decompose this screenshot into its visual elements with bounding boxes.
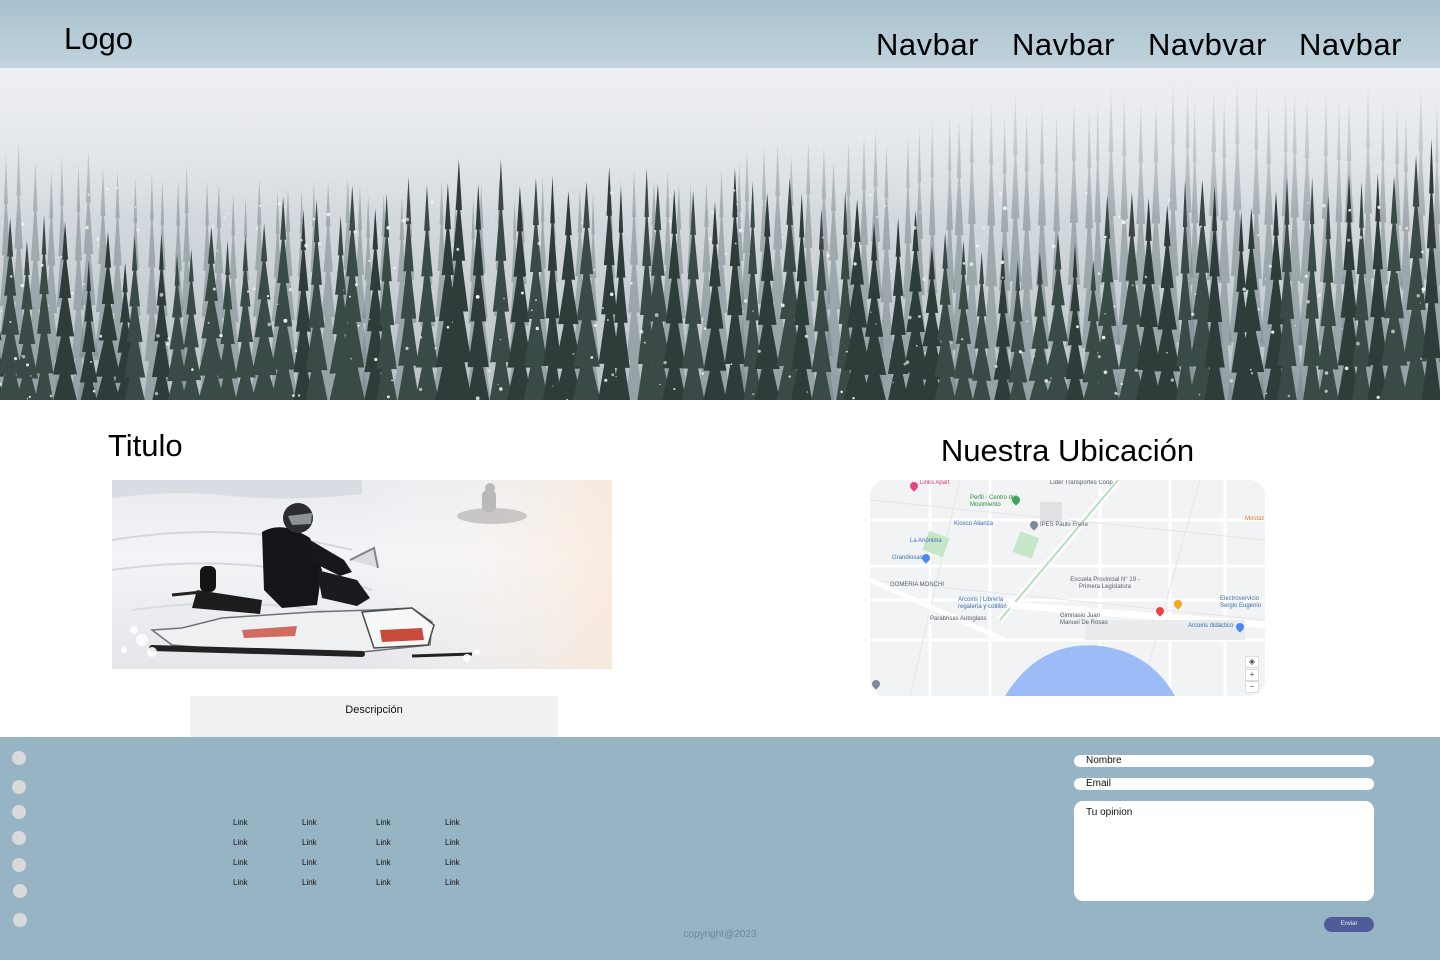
footer-link[interactable]: Link — [445, 878, 460, 888]
footer-link[interactable]: Link — [445, 818, 460, 828]
footer-link[interactable]: Link — [302, 878, 317, 888]
map-zoom-out-button[interactable]: − — [1245, 681, 1259, 693]
map-label: Parabrisas Autoglass — [930, 616, 987, 622]
hero-banner-image — [0, 68, 1440, 400]
map-zoom-in-button[interactable]: + — [1245, 669, 1259, 681]
description-text: Descripción — [345, 704, 403, 716]
location-title: Nuestra Ubicación — [940, 433, 1195, 468]
snowmobile-image — [112, 480, 612, 669]
footer-link[interactable]: Link — [233, 858, 248, 868]
map-label: Arcoiris didáctico — [1188, 623, 1234, 629]
social-icon[interactable] — [12, 858, 26, 872]
map-label: Electroservicio Sergio Eugenio — [1220, 596, 1262, 609]
social-icon[interactable] — [13, 884, 27, 898]
map-label: Lider Transportes Coop — [1050, 480, 1113, 486]
opinion-textarea[interactable]: Tu opinion — [1074, 801, 1374, 901]
map-label: Escuela Provincial N° 19 - Primera Legis… — [1070, 577, 1140, 590]
nav-item-3[interactable]: Navbvar — [1148, 26, 1267, 64]
nav-item-2[interactable]: Navbar — [1012, 26, 1115, 64]
footer: Link Link Link Link Link Link Link Link … — [0, 737, 1440, 960]
footer-link[interactable]: Link — [445, 838, 460, 848]
map-label: Grandiosas — [892, 555, 923, 561]
nav-item-4[interactable]: Navbar — [1299, 26, 1402, 64]
footer-link[interactable]: Link — [376, 858, 391, 868]
footer-link[interactable]: Link — [233, 818, 248, 828]
footer-link[interactable]: Link — [233, 878, 248, 888]
social-icon[interactable] — [13, 913, 27, 927]
nav-item-1[interactable]: Navbar — [876, 26, 979, 64]
footer-link[interactable]: Link — [302, 818, 317, 828]
map-label: La Anónima — [910, 538, 942, 544]
section-title: Titulo — [108, 428, 183, 463]
map-label: IPES Paulo Freire — [1040, 522, 1089, 528]
map-location-icon[interactable]: ◈ — [1245, 656, 1259, 668]
email-field[interactable]: Email — [1074, 778, 1374, 790]
map-label: Links Apart — [920, 480, 950, 486]
map-label: GOMERIA MONCHI — [890, 582, 945, 588]
footer-link[interactable]: Link — [302, 838, 317, 848]
name-field[interactable]: Nombre — [1074, 755, 1374, 767]
copyright-text: copyright@2023 — [683, 929, 757, 940]
map-label: Arcoiris | Librería regalería y cotillón — [958, 597, 1007, 610]
footer-link[interactable]: Link — [302, 858, 317, 868]
social-icon[interactable] — [12, 831, 26, 845]
logo[interactable]: Logo — [64, 20, 133, 58]
map-label: Gimnasio Juan Manuel De Rosas — [1060, 613, 1108, 626]
social-icon[interactable] — [12, 805, 26, 819]
social-icon[interactable] — [12, 751, 26, 765]
footer-link[interactable]: Link — [376, 818, 391, 828]
description-box: Descripción — [190, 696, 558, 737]
footer-link[interactable]: Link — [233, 838, 248, 848]
social-icon[interactable] — [12, 780, 26, 794]
location-map[interactable]: Links Apart Lider Transportes Coop Perfi… — [870, 480, 1265, 696]
footer-link[interactable]: Link — [445, 858, 460, 868]
map-label: Mostaz — [1245, 516, 1265, 522]
map-label: Kiosco Alianza — [954, 521, 994, 527]
header: Logo Navbar Navbar Navbvar Navbar — [0, 0, 1440, 68]
footer-link[interactable]: Link — [376, 878, 391, 888]
footer-link[interactable]: Link — [376, 838, 391, 848]
